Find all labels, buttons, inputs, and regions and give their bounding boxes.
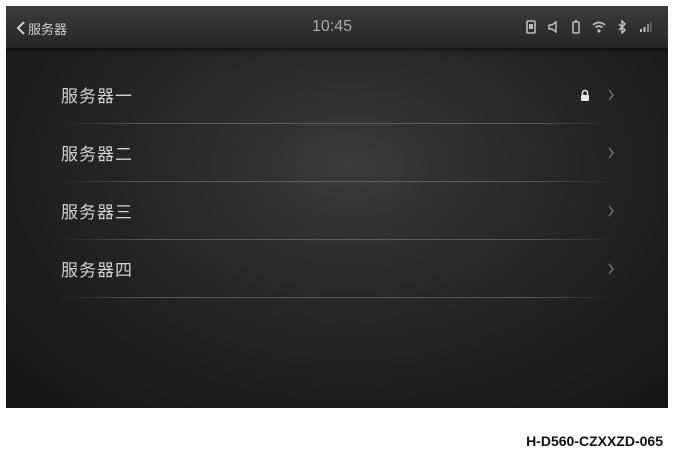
bluetooth-icon — [618, 20, 627, 34]
server-list: 服务器一 服务器二 服务器三 服务器四 — [6, 66, 668, 298]
page: 服务器 10:45 服务器一 服务器二 服务器三 服务器四 H-D560-CZX… — [0, 0, 673, 457]
back-chevron-icon — [16, 19, 26, 37]
figure-caption: H-D560-CZXXZD-065 — [526, 433, 663, 449]
chevron-right-icon — [607, 203, 615, 217]
server-item-1[interactable]: 服务器一 — [6, 66, 668, 124]
page-title: 服务器 — [28, 22, 68, 38]
lock-icon — [580, 87, 590, 101]
status-icons — [526, 19, 652, 35]
status-bar: 服务器 10:45 — [6, 6, 668, 48]
chevron-right-icon — [607, 145, 615, 159]
wifi-icon — [592, 21, 606, 33]
server-item-label: 服务器四 — [61, 261, 133, 281]
battery-icon — [572, 20, 580, 34]
phone-icon — [526, 20, 536, 34]
divider — [61, 297, 613, 298]
server-item-label: 服务器三 — [61, 203, 133, 223]
server-item-3[interactable]: 服务器三 — [6, 182, 668, 240]
server-item-label: 服务器一 — [61, 87, 133, 107]
volume-icon — [548, 21, 560, 33]
server-item-4[interactable]: 服务器四 — [6, 240, 668, 298]
chevron-right-icon — [607, 261, 615, 275]
head-unit-screen: 服务器 10:45 服务器一 服务器二 服务器三 服务器四 — [6, 6, 668, 408]
clock: 10:45 — [312, 18, 353, 35]
server-item-2[interactable]: 服务器二 — [6, 124, 668, 182]
signal-icon — [639, 21, 652, 33]
chevron-right-icon — [607, 87, 615, 101]
back-button[interactable]: 服务器 — [16, 18, 67, 38]
server-item-label: 服务器二 — [61, 145, 133, 165]
